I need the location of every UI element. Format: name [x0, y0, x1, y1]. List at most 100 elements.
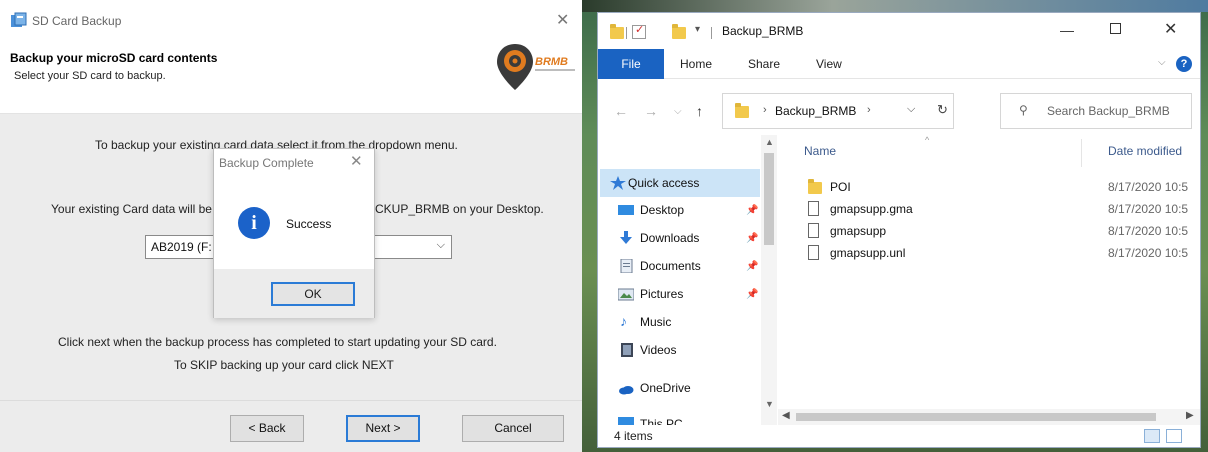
desktop-icon: [618, 205, 634, 215]
ok-button[interactable]: OK: [271, 282, 355, 306]
brmb-logo: BRMB: [497, 44, 575, 90]
file-name: POI: [830, 180, 851, 194]
nav-item-documents[interactable]: Documents: [618, 259, 701, 273]
documents-icon: [620, 259, 633, 273]
scroll-right-icon[interactable]: ▶: [1186, 410, 1194, 421]
nav-label: Music: [640, 315, 672, 329]
pin-icon[interactable]: 📌: [746, 233, 758, 244]
forward-arrow-icon[interactable]: →: [644, 103, 658, 119]
scroll-thumb[interactable]: [764, 153, 774, 245]
new-folder-icon[interactable]: [672, 24, 686, 39]
refresh-icon[interactable]: ↻: [937, 102, 948, 118]
scroll-down-icon[interactable]: ▼: [765, 399, 774, 409]
pin-icon[interactable]: 📌: [746, 289, 758, 300]
back-button[interactable]: < Back: [230, 415, 304, 442]
file-list: ^ Name Date modified POI 8/17/2020 10:5 …: [778, 135, 1200, 409]
nav-label: Pictures: [640, 287, 684, 301]
back-arrow-icon[interactable]: ←: [614, 103, 628, 119]
file-icon: [808, 245, 819, 260]
close-icon[interactable]: ✕: [556, 10, 569, 30]
status-bar: 4 items: [598, 425, 1200, 447]
ribbon-tabs: File Home Share View ⌵ ?: [598, 49, 1200, 79]
nav-label: OneDrive: [640, 381, 691, 395]
nav-label: Desktop: [640, 203, 685, 217]
wizard-title: SD Card Backup: [32, 14, 122, 28]
nav-item-onedrive[interactable]: OneDrive: [618, 381, 691, 395]
wizard-footer: < Back Next > Cancel: [0, 400, 582, 452]
file-date: 8/17/2020 10:5: [1108, 180, 1189, 194]
address-bar[interactable]: › Backup_BRMB › ⌵ ↻: [722, 93, 954, 129]
help-icon[interactable]: ?: [1176, 56, 1192, 72]
sd-card-backup-window: SD Card Backup ✕ Backup your microSD car…: [0, 0, 582, 452]
dialog-close-icon[interactable]: ✕: [350, 152, 363, 170]
desktop-background-top: [582, 0, 1208, 12]
nav-item-pictures[interactable]: Pictures: [618, 287, 683, 301]
recent-locations-icon[interactable]: ⌵: [674, 106, 682, 117]
nav-label: Downloads: [640, 231, 700, 245]
nav-item-videos[interactable]: Videos: [618, 343, 676, 357]
next-button[interactable]: Next >: [346, 415, 420, 442]
column-divider[interactable]: [1081, 139, 1082, 167]
info-icon: i: [238, 207, 270, 239]
folder-icon: [808, 179, 822, 194]
breadcrumb-chevron-icon[interactable]: ›: [867, 104, 871, 116]
quick-access-dropdown-icon[interactable]: ▾: [695, 24, 700, 35]
chevron-down-icon: ⌵: [436, 239, 445, 251]
tab-view[interactable]: View: [816, 57, 842, 71]
file-date: 8/17/2020 10:5: [1108, 224, 1189, 238]
file-row[interactable]: POI 8/17/2020 10:5: [808, 177, 1200, 199]
navigation-pane: Quick access Desktop 📌 Downloads 📌 Docum…: [598, 135, 778, 431]
folder-icon: [610, 24, 624, 39]
minimize-icon[interactable]: —: [1060, 22, 1074, 38]
breadcrumb-chevron-icon[interactable]: ›: [763, 104, 767, 116]
sd-card-dropdown-value: AB2019 (F:: [151, 240, 212, 254]
tab-home[interactable]: Home: [680, 57, 712, 71]
nav-label: Documents: [640, 259, 701, 273]
sort-ascending-icon: ^: [925, 135, 930, 145]
wizard-titlebar: SD Card Backup ✕: [0, 0, 582, 42]
search-input[interactable]: ⚲ Search Backup_BRMB: [1000, 93, 1192, 129]
backup-complete-dialog: Backup Complete ✕ i Success OK: [213, 148, 375, 318]
nav-item-downloads[interactable]: Downloads: [618, 231, 699, 245]
dialog-footer: OK: [214, 269, 374, 318]
pictures-icon: [618, 288, 634, 301]
nav-item-music[interactable]: ♪ Music: [618, 313, 672, 329]
download-icon: [620, 231, 632, 244]
nav-item-quick-access[interactable]: Quick access: [600, 169, 760, 197]
properties-icon[interactable]: [632, 23, 646, 39]
expand-ribbon-icon[interactable]: ⌵: [1158, 57, 1166, 68]
scroll-up-icon[interactable]: ▲: [765, 137, 774, 147]
scroll-thumb[interactable]: [796, 413, 1156, 421]
scroll-left-icon[interactable]: ◀: [782, 410, 790, 421]
tab-file[interactable]: File: [598, 49, 664, 79]
up-arrow-icon[interactable]: ↑: [696, 103, 703, 119]
cancel-button[interactable]: Cancel: [462, 415, 564, 442]
pin-icon[interactable]: 📌: [746, 205, 758, 216]
nav-label: Quick access: [628, 176, 700, 190]
close-icon[interactable]: ✕: [1164, 19, 1177, 39]
file-row[interactable]: gmapsupp.gma 8/17/2020 10:5: [808, 199, 1200, 221]
file-row[interactable]: gmapsupp 8/17/2020 10:5: [808, 221, 1200, 243]
horizontal-scrollbar[interactable]: ◀ ▶: [778, 409, 1200, 425]
breadcrumb-path[interactable]: Backup_BRMB: [775, 104, 856, 118]
column-header-name[interactable]: Name: [804, 144, 836, 158]
music-note-icon: ♪: [620, 313, 627, 329]
tab-share[interactable]: Share: [748, 57, 780, 71]
dialog-title: Backup Complete: [219, 156, 314, 170]
instruction-destination-part1: Your existing Card data will be: [51, 202, 212, 216]
nav-scrollbar[interactable]: ▲ ▼: [761, 135, 777, 427]
details-view-icon[interactable]: [1144, 429, 1160, 443]
dialog-message: Success: [286, 217, 332, 231]
nav-item-desktop[interactable]: Desktop: [618, 203, 684, 217]
instruction-destination-part2: CKUP_BRMB on your Desktop.: [375, 202, 544, 216]
instruction-skip: To SKIP backing up your card click NEXT: [174, 358, 394, 372]
pin-icon[interactable]: 📌: [746, 261, 758, 272]
column-header-date[interactable]: Date modified: [1108, 144, 1182, 158]
large-icons-view-icon[interactable]: [1166, 429, 1182, 443]
address-dropdown-icon[interactable]: ⌵: [907, 103, 915, 116]
file-name: gmapsupp.unl: [830, 246, 906, 260]
maximize-icon[interactable]: [1110, 23, 1121, 34]
videos-icon: [621, 343, 633, 357]
star-icon: [610, 176, 626, 190]
file-row[interactable]: gmapsupp.unl 8/17/2020 10:5: [808, 243, 1200, 265]
